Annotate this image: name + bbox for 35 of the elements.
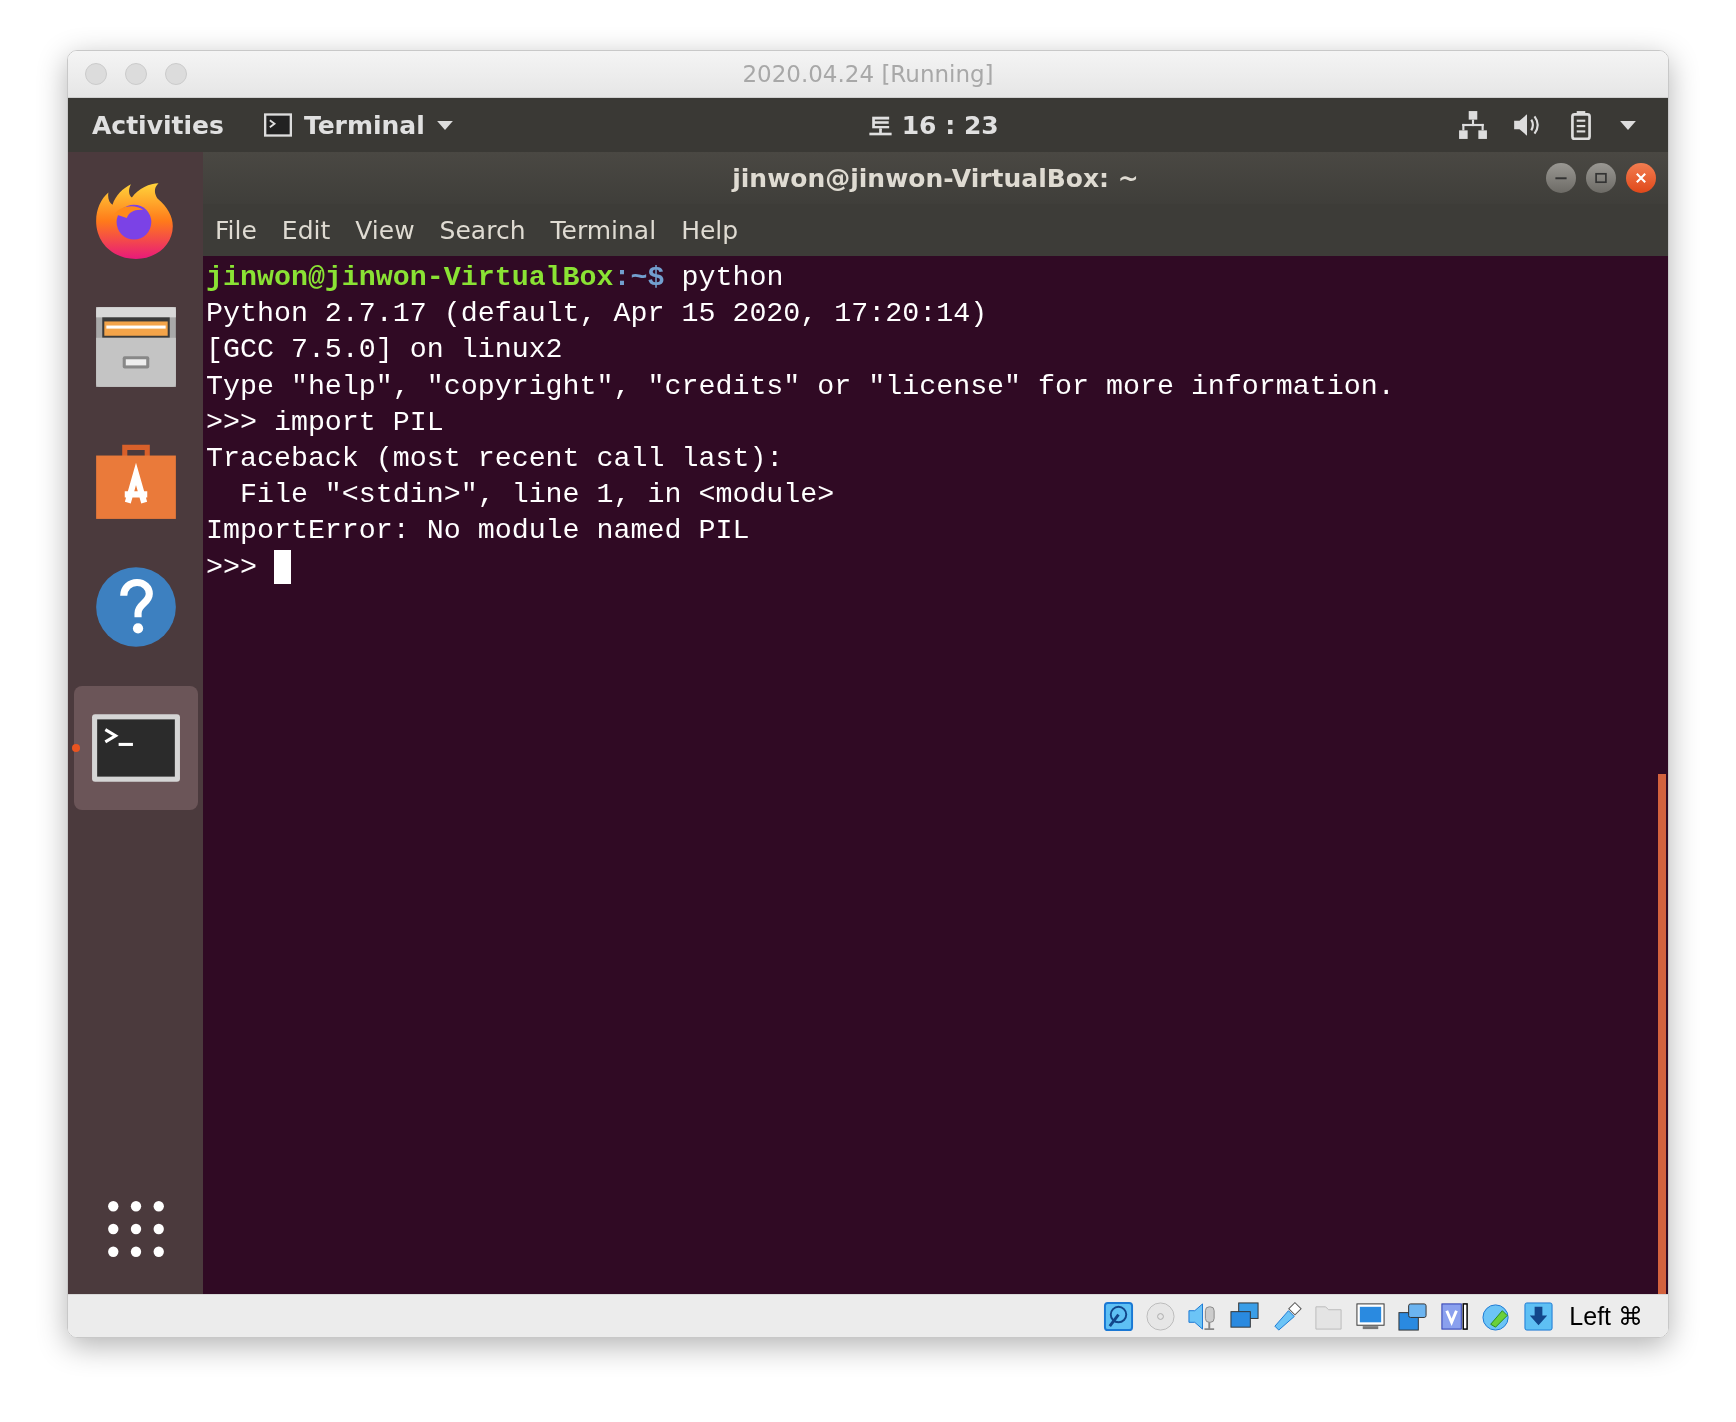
network-icon[interactable] xyxy=(1458,110,1488,140)
activities-button[interactable]: Activities xyxy=(68,110,224,140)
dock-item-highlight[interactable] xyxy=(73,686,198,810)
output-line: Traceback (most recent call last): xyxy=(206,440,785,476)
scrollbar[interactable] xyxy=(1658,774,1666,1294)
maximize-button[interactable] xyxy=(1586,163,1616,193)
output-line: Type "help", "copyright", "credits" or "license" for more information. xyxy=(206,368,1396,404)
clock[interactable]: 토 16 : 23 xyxy=(868,108,999,142)
display-icon[interactable] xyxy=(1355,1300,1387,1332)
output-line: Python 2.7.17 (default, Apr 15 2020, 17:20:14) xyxy=(206,296,989,332)
menu-item[interactable]: File xyxy=(215,215,257,245)
menu-item[interactable]: Terminal xyxy=(550,215,657,245)
terminal-title: jinwon@jinwon-VirtualBox: ~ xyxy=(732,163,1139,193)
close-icon xyxy=(1634,171,1648,185)
chip-icon[interactable] xyxy=(1439,1300,1471,1332)
menu-item[interactable]: Search xyxy=(439,215,526,245)
system-menu-caret-icon[interactable] xyxy=(1620,120,1636,130)
menu-item[interactable]: Edit xyxy=(281,215,331,245)
caret-icon xyxy=(436,120,453,130)
output-line: >>> import PIL xyxy=(206,404,445,440)
python-prompt: >>> xyxy=(206,549,257,585)
prompt-line: jinwon@jinwon-VirtualBox:~$ python xyxy=(206,260,785,295)
video-capture-icon[interactable] xyxy=(1397,1300,1429,1332)
host-key-label: Left ⌘ xyxy=(1569,1301,1643,1331)
minimize-button[interactable] xyxy=(1546,163,1576,193)
output-line: [GCC 7.5.0] on linux2 xyxy=(206,332,564,368)
window-title: 2020.04.24 [Running] xyxy=(742,61,994,87)
output-line: File "<stdin>", line 1, in <module> xyxy=(238,477,836,513)
maximize-icon xyxy=(1594,171,1608,185)
menu-item[interactable]: Help xyxy=(681,215,739,245)
app-menu[interactable]: Terminal xyxy=(263,110,453,140)
menu-item[interactable]: View xyxy=(355,215,415,245)
terminal-icon xyxy=(263,113,292,137)
close-button[interactable] xyxy=(1626,163,1656,193)
output-line: ImportError: No module named PIL xyxy=(206,513,751,549)
